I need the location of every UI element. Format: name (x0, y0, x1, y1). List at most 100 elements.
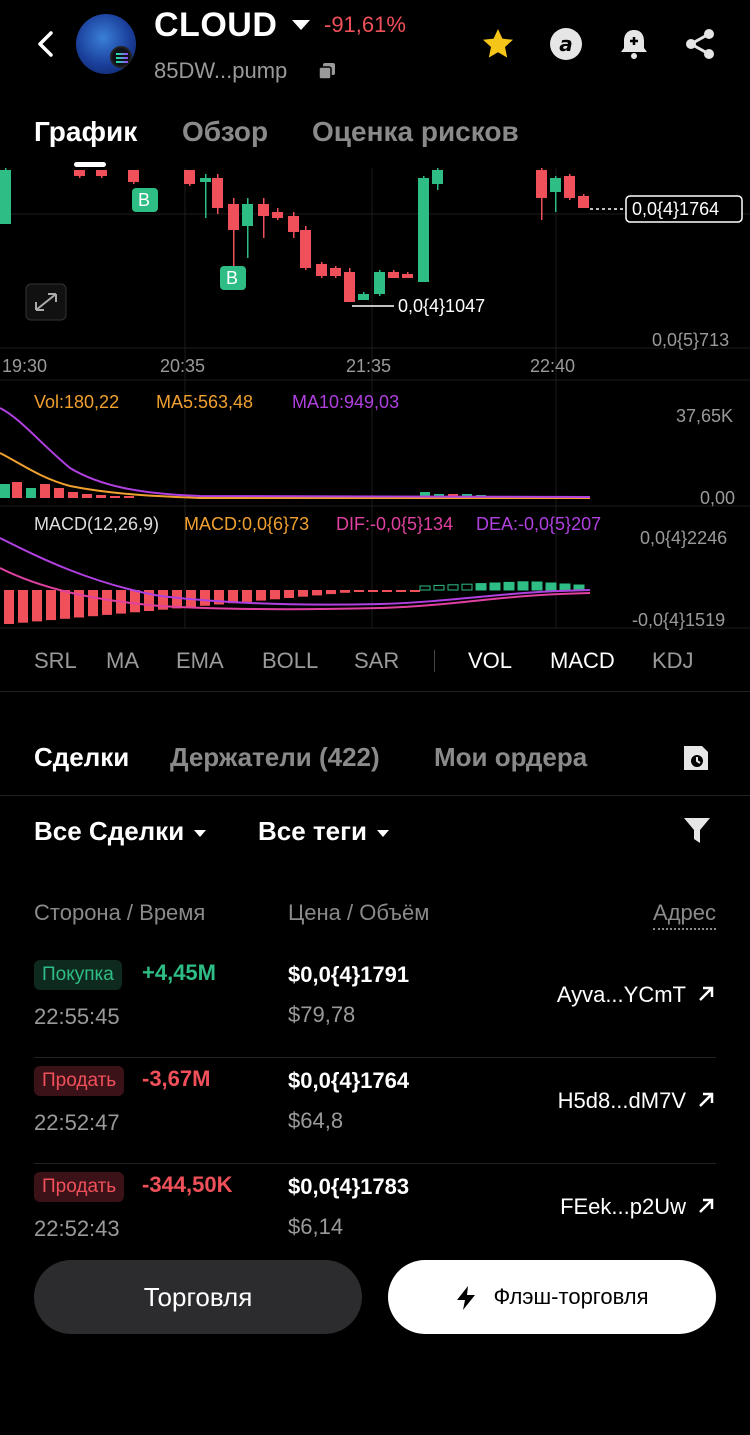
time-tick: 20:35 (160, 356, 206, 376)
trade-volume: $79,78 (288, 1002, 356, 1027)
trade-row[interactable]: Покупка +4,45M 22:55:45 $0,0{4}1791 $79,… (34, 952, 716, 1058)
trade-price: $0,0{4}1791 (288, 962, 410, 987)
expand-icon[interactable] (25, 283, 67, 321)
vol-axis-bottom: 0,00 (700, 488, 736, 508)
trades-filter-dropdown[interactable]: Все Сделки (34, 816, 207, 847)
volume-bar (110, 496, 120, 498)
macd-bar (410, 590, 420, 592)
filters: Все Сделки Все теги (0, 810, 750, 860)
trade-amount: -344,50K (142, 1172, 233, 1197)
macd-bar (102, 590, 112, 615)
tab-overview[interactable]: Обзор (182, 116, 268, 148)
macd-bar (88, 590, 98, 617)
trade-button[interactable]: Торговля (34, 1260, 362, 1334)
column-price-volume: Цена / Объём (288, 900, 430, 925)
tags-filter-dropdown[interactable]: Все теги (258, 816, 389, 847)
side-badge: Покупка (34, 960, 122, 990)
chevron-down-icon (376, 829, 389, 837)
macd-bar (60, 590, 70, 619)
macd-bar (172, 590, 182, 609)
time-tick: 19:30 (2, 356, 48, 376)
macd-bar (4, 590, 14, 624)
active-tab-indicator (74, 162, 106, 167)
external-link-icon[interactable] (696, 984, 716, 1004)
macd-bar (475, 583, 487, 591)
candle-body (0, 170, 11, 224)
trade-amount: -3,67M (142, 1066, 211, 1091)
flash-trade-button[interactable]: Флэш-торговля (388, 1260, 716, 1334)
volume-bar (68, 492, 78, 498)
candle-body (300, 230, 311, 268)
tab-my-orders[interactable]: Мои ордера (434, 742, 587, 773)
tab-chart[interactable]: График (34, 116, 137, 148)
candle-body (418, 178, 429, 282)
buy-marker-label: B (226, 268, 239, 288)
bell-add-icon[interactable] (616, 26, 652, 62)
trader-address[interactable]: Ayva...YCmT (557, 982, 686, 1008)
indicator-boll[interactable]: BOLL (262, 648, 318, 674)
macd-bar (433, 584, 445, 591)
external-link-icon[interactable] (696, 1090, 716, 1110)
flash-trade-label: Флэш-торговля (493, 1284, 649, 1309)
indicator-sar[interactable]: SAR (354, 648, 399, 674)
macd-bar (298, 590, 308, 597)
dif-value: DIF:-0,0{5}134 (336, 514, 454, 534)
macd-bar (284, 590, 294, 598)
candle-body (288, 216, 299, 232)
macd-bar (531, 581, 543, 591)
current-price-label: 0,0{4}1764 (632, 199, 720, 219)
macd-bar (256, 590, 266, 601)
candle-body (228, 204, 239, 230)
external-link-icon[interactable] (696, 1196, 716, 1216)
indicator-kdj[interactable]: KDJ (652, 648, 694, 674)
candle-body (184, 170, 195, 184)
volume-bar (124, 496, 134, 498)
macd-bar (461, 583, 473, 591)
candle-body (96, 170, 107, 176)
contract-address: 85DW...pump (154, 58, 288, 83)
time-tick: 21:35 (346, 356, 392, 376)
column-address[interactable]: Адрес (653, 900, 716, 930)
macd-bar (503, 581, 515, 591)
section-tabs: Сделки Держатели (422) Мои ордера (0, 720, 750, 796)
tab-trades[interactable]: Сделки (34, 742, 129, 773)
trade-time: 22:52:47 (34, 1110, 120, 1135)
history-icon[interactable] (680, 742, 712, 774)
macd-value: MACD:0,0{6}73 (184, 514, 310, 534)
price-chart[interactable]: B B 0,0{4}1764 0,0{4}1047 0,0{5}713 19:3… (0, 168, 750, 688)
share-icon[interactable] (682, 26, 718, 62)
copy-icon[interactable] (318, 62, 336, 80)
star-icon[interactable] (480, 26, 516, 62)
indicator-vol[interactable]: VOL (468, 648, 512, 674)
axis-min-label: 0,0{5}713 (652, 330, 730, 350)
indicator-macd[interactable]: MACD (550, 648, 615, 674)
token-avatar (76, 14, 136, 74)
tab-holders[interactable]: Держатели (422) (170, 742, 380, 773)
trade-row[interactable]: Продать -3,67M 22:52:47 $0,0{4}1764 $64,… (34, 1058, 716, 1164)
candle-body (74, 170, 85, 176)
candle-body (358, 294, 369, 300)
macd-bar (354, 590, 364, 592)
trades-filter-label: Все Сделки (34, 816, 185, 846)
vol-axis-top: 37,65K (676, 406, 734, 426)
macd-bar (200, 590, 210, 606)
back-arrow-icon[interactable] (30, 28, 62, 60)
macd-bar (312, 590, 322, 596)
ma5-value: MA5:563,48 (156, 392, 254, 412)
token-name[interactable]: CLOUD (154, 6, 277, 45)
ma5-line (0, 452, 590, 499)
indicator-ema[interactable]: EMA (176, 648, 224, 674)
indicator-ma[interactable]: MA (106, 648, 139, 674)
trader-address[interactable]: H5d8...dM7V (558, 1088, 686, 1114)
macd-axis-bottom: -0,0{4}1519 (632, 610, 726, 630)
chevron-down-icon[interactable] (292, 20, 310, 30)
column-side-time: Сторона / Время (34, 900, 206, 925)
volume-bar (26, 488, 36, 498)
filter-icon[interactable] (682, 814, 712, 846)
trader-address[interactable]: FEek...p2Uw (560, 1194, 686, 1220)
side-badge: Продать (34, 1172, 125, 1202)
candle-body (536, 170, 547, 198)
ai-icon[interactable]: a (548, 26, 584, 62)
tab-risk[interactable]: Оценка рисков (312, 116, 519, 148)
indicator-srl[interactable]: SRL (34, 648, 77, 674)
